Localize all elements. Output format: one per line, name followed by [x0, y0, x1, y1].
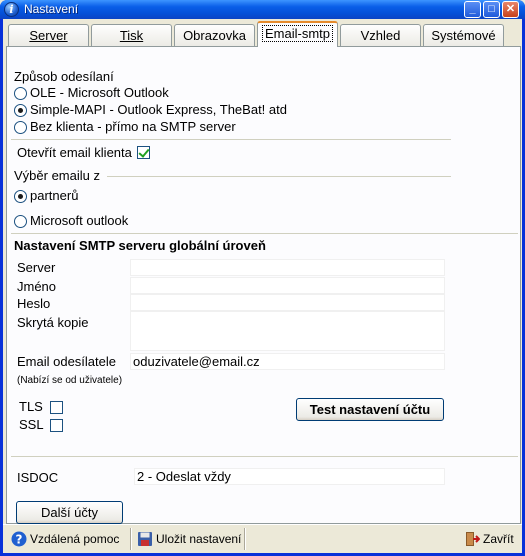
bcc-input[interactable] — [130, 311, 445, 351]
radio-ole-outlook-label[interactable]: OLE - Microsoft Outlook — [30, 85, 169, 101]
divider — [11, 139, 451, 140]
send-method-heading: Způsob odesílaní — [14, 69, 114, 84]
sender-hint: (Nabízí se od uživatele) — [17, 375, 123, 386]
tls-checkbox[interactable] — [50, 401, 63, 414]
open-client-checkbox[interactable] — [137, 146, 150, 159]
ssl-checkbox[interactable] — [50, 419, 63, 432]
save-settings-button[interactable]: Uložit nastavení — [135, 528, 241, 551]
server-input[interactable] — [130, 259, 445, 276]
title-bar[interactable]: i Nastavení _ □ ✕ — [0, 0, 525, 19]
sender-label: Email odesílatele — [17, 354, 116, 369]
divider — [11, 456, 518, 457]
radio-simple-mapi[interactable] — [14, 104, 27, 117]
isdoc-select[interactable]: 2 - Odeslat vždy — [134, 468, 445, 485]
name-input[interactable] — [130, 277, 445, 294]
remote-help-button[interactable]: ? Vzdálená pomoc — [9, 528, 119, 551]
tab-appearance[interactable]: Vzhled — [340, 24, 421, 46]
smtp-heading: Nastavení SMTP serveru globální úroveň — [14, 238, 266, 253]
radio-ms-outlook-label[interactable]: Microsoft outlook — [30, 213, 128, 229]
divider — [11, 233, 518, 234]
toolbar-divider — [130, 528, 132, 550]
tab-print[interactable]: Tisk — [91, 24, 172, 46]
radio-ole-outlook[interactable] — [14, 87, 27, 100]
toolbar-divider — [244, 528, 246, 550]
email-smtp-panel: Způsob odesílaní OLE - Microsoft Outlook… — [6, 46, 521, 524]
test-account-button[interactable]: Test nastavení účtu — [296, 398, 444, 421]
remote-help-label: Vzdálená pomoc — [30, 532, 120, 546]
radio-no-client-label[interactable]: Bez klienta - přímo na SMTP server — [30, 119, 236, 135]
tab-system[interactable]: Systémové — [423, 24, 504, 46]
divider — [107, 176, 451, 177]
save-icon — [138, 532, 152, 546]
save-settings-label: Uložit nastavení — [156, 532, 242, 546]
exit-door-icon — [466, 532, 480, 546]
minimize-button[interactable]: _ — [464, 1, 481, 18]
close-label: Zavřít — [483, 532, 514, 546]
tls-label: TLS — [19, 399, 43, 414]
radio-simple-mapi-label[interactable]: Simple-MAPI - Outlook Express, TheBat! a… — [30, 102, 287, 118]
bottom-toolbar: ? Vzdálená pomoc Uložit nastavení Zavřít — [3, 524, 522, 553]
isdoc-label: ISDOC — [17, 470, 59, 485]
tab-screen[interactable]: Obrazovka — [174, 24, 255, 46]
password-label: Heslo — [17, 296, 51, 311]
window-title: Nastavení — [24, 2, 79, 16]
open-client-label[interactable]: Otevřít email klienta — [17, 145, 132, 161]
close-window-button[interactable]: ✕ — [502, 1, 519, 18]
info-icon: i — [4, 2, 19, 17]
tab-server[interactable]: Server — [8, 24, 89, 46]
server-label: Server — [17, 260, 56, 275]
sender-input[interactable]: oduzivatele@email.cz — [130, 353, 445, 370]
email-choice-heading: Výběr emailu z — [14, 168, 100, 183]
bcc-label: Skrytá kopie — [17, 315, 89, 330]
password-input[interactable] — [130, 294, 445, 311]
radio-ms-outlook[interactable] — [14, 215, 27, 228]
more-accounts-button[interactable]: Další účty — [16, 501, 123, 524]
close-button[interactable]: Zavřít — [462, 528, 514, 551]
maximize-button[interactable]: □ — [483, 1, 500, 18]
settings-window: i Nastavení _ □ ✕ Server Tisk Obrazovka … — [0, 0, 525, 556]
window-client: Server Tisk Obrazovka Email-smtp Vzhled … — [3, 19, 522, 553]
radio-no-client[interactable] — [14, 121, 27, 134]
ssl-label: SSL — [19, 417, 44, 432]
help-icon: ? — [11, 531, 27, 547]
tab-email-smtp[interactable]: Email-smtp — [257, 21, 338, 47]
svg-text:?: ? — [16, 533, 23, 547]
radio-partners[interactable] — [14, 190, 27, 203]
name-label: Jméno — [17, 279, 57, 294]
radio-partners-label[interactable]: partnerů — [30, 188, 78, 204]
